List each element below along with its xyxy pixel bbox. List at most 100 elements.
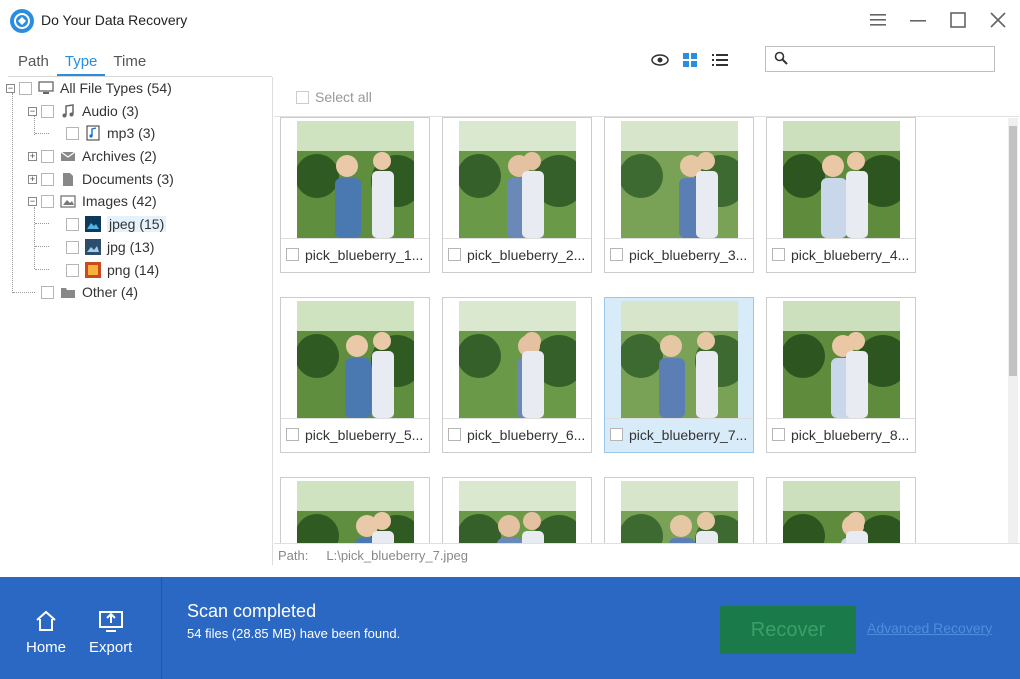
collapse-icon[interactable]: − [6,83,15,93]
tree-label: jpg (13) [107,239,155,255]
close-icon[interactable] [986,8,1010,32]
tree-node-images[interactable]: − Images (42) [28,191,157,211]
file-card[interactable]: pick_blueberry_5... [280,297,430,453]
tree-checkbox[interactable] [41,172,54,186]
footer-bar: Home Export Scan completed 54 files (28.… [0,577,1020,679]
image-thumbnail[interactable] [459,481,576,543]
advanced-recovery-link[interactable]: Advanced Recovery [867,620,992,636]
home-label: Home [26,639,67,656]
tree-checkbox[interactable] [41,194,54,208]
file-caption: pick_blueberry_3... [605,238,753,270]
file-card[interactable] [604,477,754,543]
file-card[interactable]: pick_blueberry_6... [442,297,592,453]
file-caption: pick_blueberry_8... [767,418,915,450]
file-card[interactable]: pick_blueberry_4... [766,117,916,273]
file-checkbox[interactable] [610,248,623,261]
export-button[interactable]: Export [89,607,132,656]
file-checkbox[interactable] [286,428,299,441]
file-card[interactable] [442,477,592,543]
path-bar: Path: L:\pick_blueberry_7.jpeg [274,543,1020,567]
image-thumbnail[interactable] [621,481,738,543]
tree-node-audio[interactable]: − Audio (3) [28,101,139,121]
file-checkbox[interactable] [448,248,461,261]
image-thumbnail[interactable] [459,121,576,238]
file-name: pick_blueberry_3... [629,246,748,263]
tree-node-all[interactable]: − All File Types (54) [6,78,172,98]
hamburger-menu-icon[interactable] [866,8,890,32]
file-card[interactable]: pick_blueberry_8... [766,297,916,453]
tree-label: mp3 (3) [107,125,156,141]
file-checkbox[interactable] [286,248,299,261]
vertical-scrollbar[interactable] [1008,118,1018,543]
file-checkbox[interactable] [772,248,785,261]
tree-connector [34,207,35,269]
image-thumbnail[interactable] [459,301,576,418]
tree-node-jpg[interactable]: jpg (13) [50,237,154,257]
list-view-icon[interactable] [710,50,730,70]
file-card[interactable]: pick_blueberry_3... [604,117,754,273]
search-input[interactable] [794,49,990,69]
audio-file-icon [85,125,101,141]
tree-node-other[interactable]: Other (4) [28,282,138,302]
tree-node-mp3[interactable]: mp3 (3) [50,123,155,143]
folder-icon [60,284,76,300]
tree-label: Audio (3) [82,103,139,119]
file-card[interactable]: pick_blueberry_1... [280,117,430,273]
file-caption: pick_blueberry_4... [767,238,915,270]
tree-node-jpeg[interactable]: jpeg (15) [50,214,167,234]
document-icon [60,171,76,187]
file-checkbox[interactable] [610,428,623,441]
tab-time[interactable]: Time [105,52,154,76]
collapse-icon[interactable]: − [28,106,37,116]
image-thumbnail[interactable] [783,301,900,418]
tree-checkbox[interactable] [66,217,79,231]
file-caption: pick_blueberry_6... [443,418,591,450]
minimize-icon[interactable] [906,8,930,32]
image-thumbnail[interactable] [621,301,738,418]
scan-status-detail: 54 files (28.85 MB) have been found. [187,626,401,641]
tab-type[interactable]: Type [56,52,106,76]
tree-checkbox[interactable] [66,263,79,277]
file-checkbox[interactable] [772,428,785,441]
tree-checkbox[interactable] [66,126,79,140]
file-card[interactable] [280,477,430,543]
expand-icon[interactable]: + [28,174,37,184]
tree-connector [35,223,49,224]
grid-view-icon[interactable] [680,50,700,70]
tree-checkbox[interactable] [19,81,32,95]
image-thumbnail[interactable] [783,481,900,543]
tree-label: Documents (3) [82,171,174,187]
preview-eye-icon[interactable] [650,50,670,70]
expand-icon[interactable]: + [28,151,37,161]
file-caption: pick_blueberry_1... [281,238,429,270]
tree-checkbox[interactable] [41,149,54,163]
collapse-icon[interactable]: − [28,196,37,206]
tree-checkbox[interactable] [41,285,54,299]
file-name: pick_blueberry_7... [629,426,748,443]
tab-path[interactable]: Path [10,52,57,76]
recover-button[interactable]: Recover [720,606,856,654]
file-checkbox[interactable] [448,428,461,441]
image-thumbnail[interactable] [297,301,414,418]
select-all[interactable]: Select all [296,89,372,105]
image-thumbnail[interactable] [297,481,414,543]
tree-checkbox[interactable] [41,104,54,118]
app-logo-icon [10,9,34,33]
tree-checkbox[interactable] [66,240,79,254]
image-thumbnail[interactable] [297,121,414,238]
jpg-file-icon [85,239,101,255]
file-card[interactable] [766,477,916,543]
tree-node-archives[interactable]: + Archives (2) [28,146,157,166]
file-card[interactable]: pick_blueberry_2... [442,117,592,273]
home-button[interactable]: Home [26,607,66,656]
view-mode-switcher [650,50,730,70]
image-thumbnail[interactable] [783,121,900,238]
select-all-checkbox[interactable] [296,90,309,104]
tree-node-png[interactable]: png (14) [50,260,159,280]
scrollbar-thumb[interactable] [1009,126,1017,376]
tree-node-documents[interactable]: + Documents (3) [28,169,174,189]
image-thumbnail[interactable] [621,121,738,238]
file-name: pick_blueberry_6... [467,426,586,443]
maximize-icon[interactable] [946,8,970,32]
file-card[interactable]: pick_blueberry_7... [604,297,754,453]
